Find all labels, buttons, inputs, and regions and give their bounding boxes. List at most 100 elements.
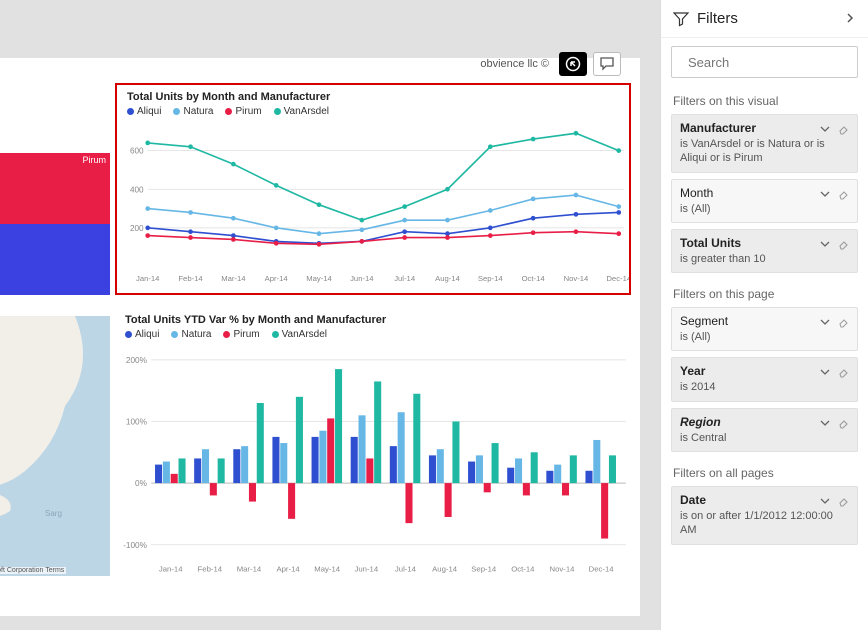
- svg-text:Jul-14: Jul-14: [394, 274, 416, 283]
- svg-text:Oct-14: Oct-14: [511, 564, 535, 573]
- chevron-down-icon[interactable]: [819, 365, 831, 377]
- legend-item[interactable]: Pirum: [223, 329, 259, 340]
- svg-text:Nov-14: Nov-14: [550, 564, 576, 573]
- svg-text:100%: 100%: [126, 418, 148, 427]
- svg-text:Feb-14: Feb-14: [198, 564, 223, 573]
- legend-item[interactable]: Aliqui: [127, 106, 161, 117]
- clear-filter-icon[interactable]: [837, 237, 849, 249]
- filter-description: is (All): [680, 330, 849, 344]
- svg-text:Jul-14: Jul-14: [395, 564, 417, 573]
- line-chart-legend: Aliqui Natura Pirum VanArsdel: [117, 103, 629, 117]
- svg-text:Nov-14: Nov-14: [564, 274, 589, 283]
- svg-text:Jun-14: Jun-14: [355, 564, 379, 573]
- filter-name: Segment: [680, 314, 813, 328]
- legend-item[interactable]: VanArsdel: [272, 329, 327, 340]
- svg-text:600: 600: [130, 147, 144, 156]
- svg-text:Jan-14: Jan-14: [136, 274, 160, 283]
- bar-chart-legend: Aliqui Natura Pirum VanArsdel: [115, 326, 631, 340]
- svg-text:Mar-14: Mar-14: [237, 564, 262, 573]
- legend-item[interactable]: Pirum: [225, 106, 261, 117]
- svg-text:Jan-14: Jan-14: [159, 564, 183, 573]
- svg-text:200: 200: [130, 224, 144, 233]
- chevron-down-icon[interactable]: [819, 416, 831, 428]
- chevron-down-icon[interactable]: [819, 494, 831, 506]
- legend-swatch: [272, 331, 279, 338]
- svg-text:200%: 200%: [126, 356, 148, 365]
- section-all-label: Filters on all pages: [661, 458, 868, 484]
- clear-filter-icon[interactable]: [837, 494, 849, 506]
- clear-filter-icon[interactable]: [837, 187, 849, 199]
- svg-text:-100%: -100%: [123, 541, 148, 550]
- arrow-top-left-icon: [565, 56, 581, 72]
- filter-card[interactable]: Segment is (All): [671, 307, 858, 351]
- section-page-label: Filters on this page: [661, 279, 868, 305]
- legend-swatch: [127, 108, 134, 115]
- svg-text:Apr-14: Apr-14: [276, 564, 300, 573]
- filter-description: is VanArsdel or is Natura or is Aliqui o…: [680, 137, 849, 166]
- svg-text:400: 400: [130, 185, 144, 194]
- svg-text:Dec-14: Dec-14: [589, 564, 615, 573]
- bar-chart-plot[interactable]: -100% 0% 100% 200% Jan-14 Feb-14 Mar-14 Apr-14 M…: [115, 342, 631, 577]
- bar-chart-title: Total Units YTD Var % by Month and Manuf…: [115, 308, 631, 326]
- filters-pane: Filters Filters on this visual Manufactu…: [660, 0, 868, 630]
- chevron-down-icon[interactable]: [819, 237, 831, 249]
- filter-card[interactable]: Regionis Central: [671, 408, 858, 452]
- comment-button[interactable]: [593, 52, 621, 76]
- legend-swatch: [225, 108, 232, 115]
- svg-text:May-14: May-14: [314, 564, 340, 573]
- bar-chart-tile[interactable]: Total Units YTD Var % by Month and Manuf…: [115, 308, 631, 583]
- svg-text:0%: 0%: [135, 479, 148, 488]
- search-input[interactable]: [688, 55, 864, 70]
- clear-filter-icon[interactable]: [837, 122, 849, 134]
- clear-filter-icon[interactable]: [837, 416, 849, 428]
- filter-description: is (All): [680, 202, 849, 216]
- filter-card[interactable]: Yearis 2014: [671, 357, 858, 401]
- back-arrow-button[interactable]: [559, 52, 587, 76]
- filter-card[interactable]: Dateis on or after 1/1/2012 12:00:00 AM: [671, 486, 858, 545]
- chevron-down-icon[interactable]: [819, 122, 831, 134]
- svg-text:Jun-14: Jun-14: [350, 274, 374, 283]
- search-box[interactable]: [671, 46, 858, 78]
- treemap-cell-central[interactable]: Central: [0, 224, 110, 295]
- svg-text:Mar-14: Mar-14: [221, 274, 246, 283]
- clear-filter-icon[interactable]: [837, 365, 849, 377]
- map-svg: Sarg: [0, 316, 110, 576]
- report-canvas: Pirum Central Sarg 2020 Microsoft Corpor…: [0, 58, 640, 616]
- line-chart-tile[interactable]: obvience llc © Total Units by Month and …: [115, 83, 631, 295]
- filter-card[interactable]: Total Unitsis greater than 10: [671, 229, 858, 273]
- treemap-visual[interactable]: Pirum Central: [0, 153, 110, 295]
- svg-text:Aug-14: Aug-14: [432, 564, 458, 573]
- filter-name: Manufacturer: [680, 121, 813, 135]
- svg-text:Feb-14: Feb-14: [178, 274, 203, 283]
- funnel-icon: [673, 11, 689, 27]
- comment-icon: [600, 57, 614, 71]
- line-chart-title: Total Units by Month and Manufacturer: [117, 85, 629, 103]
- section-visual-label: Filters on this visual: [661, 86, 868, 112]
- chevron-down-icon[interactable]: [819, 315, 831, 327]
- chevron-down-icon[interactable]: [819, 187, 831, 199]
- line-chart-plot[interactable]: 200400600Jan-14Feb-14Mar-14Apr-14May-14J…: [117, 119, 629, 287]
- map-credit[interactable]: 2020 Microsoft Corporation Terms: [0, 567, 66, 574]
- svg-text:Aug-14: Aug-14: [435, 274, 460, 283]
- legend-swatch: [274, 108, 281, 115]
- legend-item[interactable]: Aliqui: [125, 329, 159, 340]
- svg-text:Oct-14: Oct-14: [522, 274, 546, 283]
- svg-text:Apr-14: Apr-14: [265, 274, 289, 283]
- legend-item[interactable]: Natura: [171, 329, 211, 340]
- svg-text:Sep-14: Sep-14: [471, 564, 497, 573]
- filters-title: Filters: [697, 10, 836, 27]
- collapse-pane-button[interactable]: [844, 11, 856, 27]
- filter-card[interactable]: Manufacturer is VanArsdel or is Natura or…: [671, 114, 858, 173]
- tile-toolbar: obvience llc ©: [480, 45, 621, 83]
- legend-item[interactable]: VanArsdel: [274, 106, 329, 117]
- filter-card[interactable]: Monthis (All): [671, 179, 858, 223]
- legend-swatch: [125, 331, 132, 338]
- legend-item[interactable]: Natura: [173, 106, 213, 117]
- filter-description: is greater than 10: [680, 252, 849, 266]
- map-visual[interactable]: Sarg 2020 Microsoft Corporation Terms: [0, 316, 110, 576]
- treemap-cell-pirum[interactable]: Pirum: [0, 153, 110, 224]
- filters-header: Filters: [661, 0, 868, 38]
- copyright-label: obvience llc ©: [480, 58, 549, 70]
- filter-description: is on or after 1/1/2012 12:00:00 AM: [680, 509, 849, 538]
- clear-filter-icon[interactable]: [837, 315, 849, 327]
